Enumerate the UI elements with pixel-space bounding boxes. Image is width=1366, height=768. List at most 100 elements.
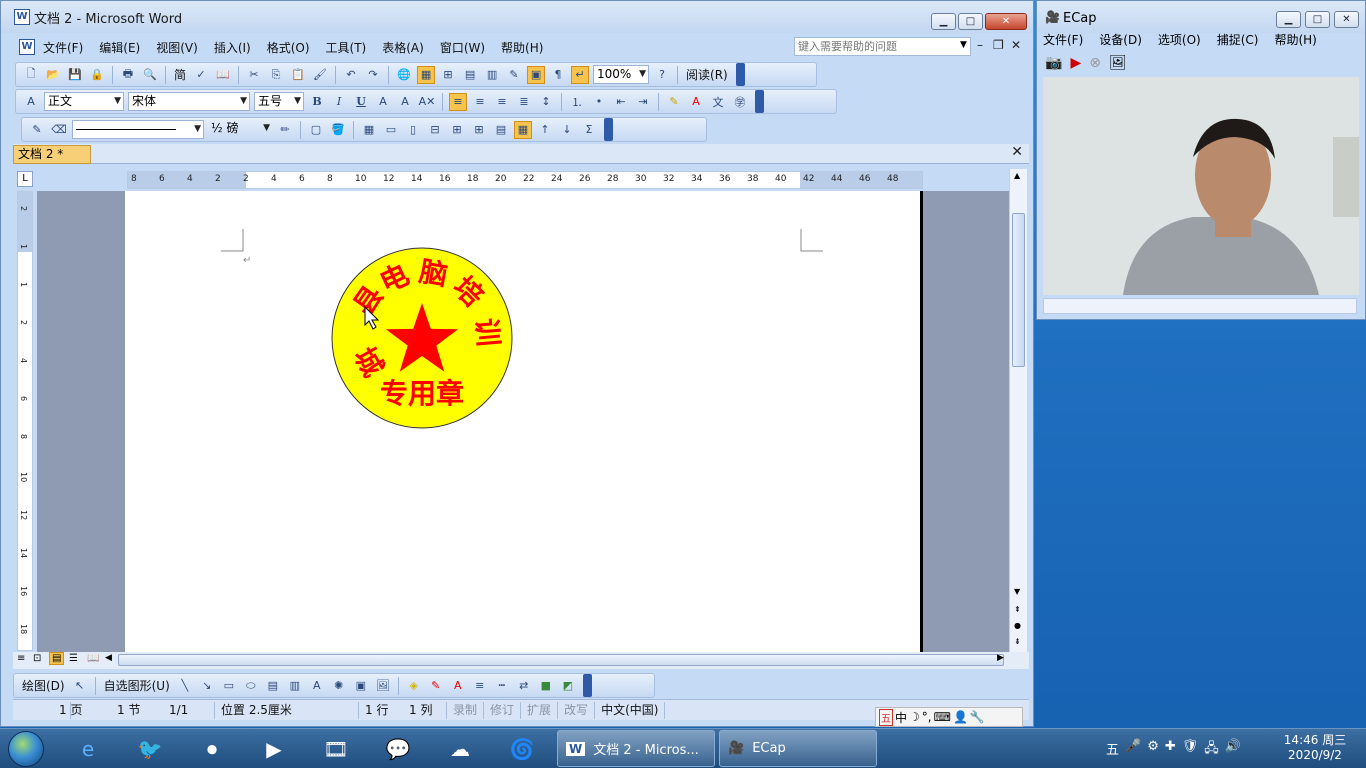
ecap-close-button[interactable]: ✕ xyxy=(1334,11,1359,28)
line-icon[interactable]: ╲ xyxy=(176,677,194,695)
increase-indent-icon[interactable]: ⇥ xyxy=(634,93,652,111)
line-weight-select[interactable]: ½ 磅 ▼ xyxy=(208,120,272,139)
stop-icon[interactable]: ⊗ xyxy=(1089,55,1101,71)
align-left-icon[interactable]: ≡ xyxy=(449,92,467,111)
open-icon[interactable]: 📂 xyxy=(44,66,62,84)
camera-icon[interactable]: 📷 xyxy=(1045,55,1062,71)
cut-icon[interactable]: ✂ xyxy=(245,66,263,84)
line-style-select[interactable]: ▼ xyxy=(72,120,204,139)
ime-keyboard-icon[interactable]: ⌨ xyxy=(934,710,951,724)
tray-app-icon[interactable]: ⚙ xyxy=(1147,739,1159,761)
toolbar-options-icon[interactable] xyxy=(604,118,613,141)
capture-app-icon[interactable]: 🎞 xyxy=(316,733,356,765)
outline-view-icon[interactable]: ☰ xyxy=(69,653,78,664)
document-tab[interactable]: 文档 2 * xyxy=(13,145,91,164)
doc-menu-icon[interactable]: W xyxy=(19,39,35,55)
fill-color-icon[interactable]: ◈ xyxy=(405,677,423,695)
char-shading-icon[interactable]: A xyxy=(396,93,414,111)
volume-icon[interactable]: 🔊 xyxy=(1225,739,1241,761)
status-overtype[interactable]: 改写 xyxy=(558,701,596,719)
ime-tray-icon[interactable]: 五 xyxy=(1106,739,1119,761)
merge-cells-icon[interactable]: ▭ xyxy=(382,121,400,139)
ime-user-icon[interactable]: 👤 xyxy=(953,710,968,724)
print-icon[interactable]: 🖶 xyxy=(119,66,137,84)
word-app-icon[interactable]: W xyxy=(14,9,30,25)
permission-icon[interactable]: 🔒 xyxy=(88,66,106,84)
horizontal-ruler[interactable]: 8 6 4 2 2 4 6 8 10 12 14 16 18 20 22 24 26 28 30 32 34 36 38 40… xyxy=(127,171,923,189)
browser-icon[interactable]: 🌀 xyxy=(502,733,542,765)
status-extend[interactable]: 扩展 xyxy=(521,701,559,719)
font-select[interactable]: 宋体 ▼ xyxy=(128,92,250,111)
network-icon[interactable]: 🖧 xyxy=(1204,739,1219,761)
menu-file[interactable]: 文件(F) xyxy=(35,39,91,56)
dash-style-icon[interactable]: ┅ xyxy=(493,677,511,695)
ecap-menu-help[interactable]: 帮助(H) xyxy=(1274,31,1316,48)
clipart-icon[interactable]: ▣ xyxy=(352,677,370,695)
columns-icon[interactable]: ▥ xyxy=(483,66,501,84)
vertical-textbox-icon[interactable]: ▥ xyxy=(286,677,304,695)
wordart-icon[interactable]: A xyxy=(308,677,326,695)
font-color-icon[interactable]: A xyxy=(687,93,705,111)
styles-icon[interactable]: A xyxy=(22,93,40,111)
draw-font-color-icon[interactable]: A xyxy=(449,677,467,695)
menu-window[interactable]: 窗口(W) xyxy=(432,39,493,56)
ime-halfwidth-icon[interactable]: ☽ xyxy=(909,710,920,724)
vertical-ruler[interactable]: 2 1 1 2 4 6 8 10 12 14 16 18 xyxy=(17,191,33,651)
border-color-icon[interactable]: ✏ xyxy=(276,121,294,139)
insert-excel-icon[interactable]: ▤ xyxy=(461,66,479,84)
ime-settings-icon[interactable]: 🔧 xyxy=(970,710,985,724)
ecap-menu-capture[interactable]: 捕捉(C) xyxy=(1217,31,1259,48)
ime-lang-toggle[interactable]: 中 xyxy=(895,709,907,726)
close-document-icon[interactable]: ✕ xyxy=(1011,144,1023,160)
menu-insert[interactable]: 插入(I) xyxy=(206,39,259,56)
youku-icon[interactable]: ▶ xyxy=(254,733,294,765)
vertical-scroll-thumb[interactable] xyxy=(1012,213,1025,367)
menu-table[interactable]: 表格(A) xyxy=(374,39,432,56)
reading-view-icon[interactable]: 📖 xyxy=(87,653,99,664)
oval-icon[interactable]: ⬭ xyxy=(242,677,260,695)
draw-table-icon[interactable]: ✎ xyxy=(28,121,46,139)
web-view-icon[interactable]: ⊡ xyxy=(33,653,41,664)
next-page-icon[interactable]: ⇟ xyxy=(1014,637,1021,646)
image-icon[interactable]: 🖼 xyxy=(1109,55,1127,71)
drawing-icon[interactable]: ✎ xyxy=(505,66,523,84)
table-autoformat-icon[interactable]: ▤ xyxy=(492,121,510,139)
select-objects-icon[interactable]: ↖ xyxy=(71,677,89,695)
research-icon[interactable]: 📖 xyxy=(214,66,232,84)
microphone-icon[interactable]: 🎤 xyxy=(1125,739,1141,761)
scroll-right-icon[interactable]: ▶ xyxy=(997,653,1004,663)
vertical-scrollbar[interactable]: ▲ ▼ ⇞ ● ⇟ xyxy=(1009,169,1027,652)
distribute-cols-icon[interactable]: ⊞ xyxy=(470,121,488,139)
ime-mode-icon[interactable]: 五 xyxy=(879,708,893,726)
taskbar-clock[interactable]: 14:46 周三 2020/9/2 xyxy=(1280,733,1350,763)
scroll-up-icon[interactable]: ▲ xyxy=(1014,171,1020,180)
stamp-seal[interactable]: 县电 脑培训 城 专用章 xyxy=(329,245,515,431)
ecap-maximize-button[interactable]: □ xyxy=(1305,11,1330,28)
scroll-left-icon[interactable]: ◀ xyxy=(105,653,112,663)
align-cell-icon[interactable]: ⊟ xyxy=(426,121,444,139)
textbox-icon[interactable]: ▤ xyxy=(264,677,282,695)
diagram-icon[interactable]: ✺ xyxy=(330,677,348,695)
start-button[interactable] xyxy=(8,731,44,767)
shading-color-icon[interactable]: 🪣 xyxy=(329,121,347,139)
char-border-icon[interactable]: A xyxy=(374,93,392,111)
arrow-icon[interactable]: ↘ xyxy=(198,677,216,695)
italic-icon[interactable]: I xyxy=(330,93,348,111)
justify-icon[interactable]: ≣ xyxy=(515,93,533,111)
normal-view-icon[interactable]: ≡ xyxy=(17,653,25,664)
copy-icon[interactable]: ⎘ xyxy=(267,66,285,84)
read-mode-button[interactable]: 阅读(R) xyxy=(684,66,730,83)
show-gridlines-icon[interactable]: ▦ xyxy=(514,120,532,139)
format-painter-icon[interactable]: 🖌 xyxy=(311,66,329,84)
enclose-char-icon[interactable]: ㊫ xyxy=(731,93,749,111)
line-spacing-icon[interactable]: ↕ xyxy=(537,93,555,111)
show-hide-icon[interactable]: ¶ xyxy=(549,66,567,84)
horizontal-scroll-thumb[interactable] xyxy=(118,654,1004,666)
show-marks-icon[interactable]: ↵ xyxy=(571,65,590,84)
baidu-netdisk-icon[interactable]: ☁ xyxy=(440,733,480,765)
document-page[interactable]: ↵ 县电脑培训 城 专用章 xyxy=(125,191,923,652)
ime-punct-icon[interactable]: °, xyxy=(922,710,932,724)
doc-minimize-icon[interactable]: – xyxy=(977,38,983,52)
line-style-icon[interactable]: ≡ xyxy=(471,677,489,695)
status-track-changes[interactable]: 修订 xyxy=(484,701,522,719)
